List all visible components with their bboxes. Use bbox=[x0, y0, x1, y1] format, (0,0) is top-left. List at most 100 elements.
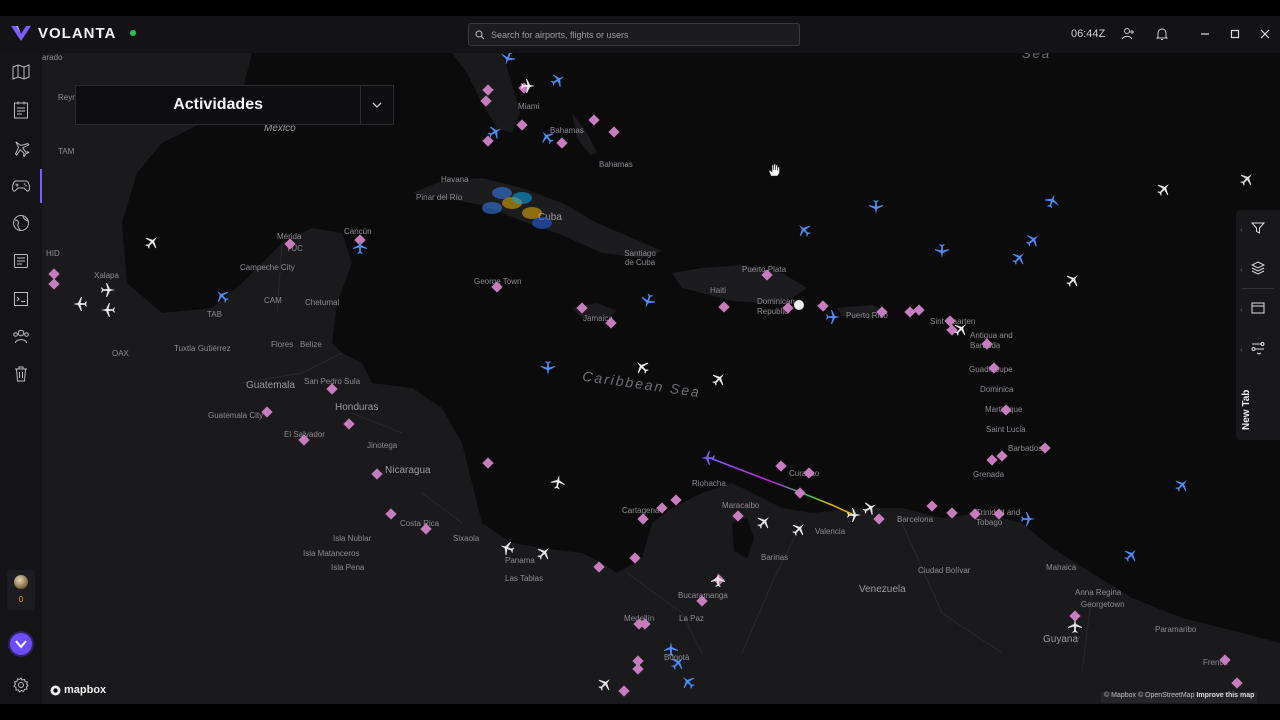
mapbox-logo[interactable]: mapbox bbox=[50, 684, 106, 696]
aircraft-icon[interactable] bbox=[869, 200, 883, 214]
airport-marker[interactable] bbox=[656, 502, 668, 514]
aircraft-icon[interactable] bbox=[664, 642, 678, 656]
aircraft-icon[interactable] bbox=[550, 474, 566, 490]
settings-button[interactable] bbox=[11, 675, 31, 695]
aircraft-icon[interactable] bbox=[701, 451, 715, 465]
aircraft-icon[interactable] bbox=[1043, 192, 1061, 210]
airport-marker[interactable] bbox=[605, 317, 617, 329]
airport-marker[interactable] bbox=[343, 418, 355, 430]
sidebar-item-trash[interactable] bbox=[11, 364, 31, 384]
user-card[interactable]: 0 bbox=[7, 570, 35, 610]
volanta-menu-button[interactable] bbox=[10, 633, 32, 655]
aircraft-icon[interactable] bbox=[1021, 512, 1035, 526]
aircraft-mode-button[interactable] bbox=[1239, 171, 1255, 192]
close-button[interactable] bbox=[1256, 25, 1274, 43]
airport-marker[interactable] bbox=[593, 561, 605, 573]
airport-marker[interactable] bbox=[261, 406, 273, 418]
aircraft-icon[interactable] bbox=[1121, 545, 1141, 565]
airport-marker[interactable] bbox=[420, 523, 432, 535]
airport-marker[interactable] bbox=[482, 457, 494, 469]
aircraft-icon[interactable] bbox=[142, 232, 162, 252]
airport-marker[interactable] bbox=[556, 137, 568, 149]
aircraft-icon[interactable] bbox=[794, 220, 814, 240]
airport-marker[interactable] bbox=[632, 663, 644, 675]
friends-button[interactable] bbox=[1119, 25, 1137, 43]
window-button[interactable] bbox=[1250, 300, 1266, 316]
sidebar-item-flight-planning[interactable] bbox=[11, 138, 31, 158]
aircraft-icon[interactable] bbox=[1172, 475, 1192, 495]
airport-marker[interactable] bbox=[516, 119, 528, 131]
aircraft-icon[interactable] bbox=[541, 361, 555, 375]
sidebar-item-simulator[interactable] bbox=[11, 176, 31, 196]
aircraft-icon[interactable] bbox=[678, 672, 698, 692]
airport-marker[interactable] bbox=[629, 552, 641, 564]
airport-marker[interactable] bbox=[873, 513, 885, 525]
airport-marker[interactable] bbox=[732, 510, 744, 522]
airport-marker[interactable] bbox=[775, 460, 787, 472]
aircraft-icon[interactable] bbox=[534, 543, 554, 563]
aircraft-icon[interactable] bbox=[847, 508, 861, 522]
airport-marker[interactable] bbox=[385, 508, 397, 520]
activity-toggle-button[interactable] bbox=[360, 86, 393, 124]
airport-marker[interactable] bbox=[637, 513, 649, 525]
airport-marker[interactable] bbox=[576, 302, 588, 314]
airport-marker[interactable] bbox=[817, 300, 829, 312]
search-bar[interactable] bbox=[468, 23, 800, 46]
search-input[interactable] bbox=[491, 29, 791, 40]
airport-marker[interactable] bbox=[946, 507, 958, 519]
sidebar-item-reports[interactable] bbox=[11, 251, 31, 271]
airport-marker[interactable] bbox=[969, 508, 981, 520]
minimize-button[interactable] bbox=[1196, 25, 1214, 43]
aircraft-icon[interactable] bbox=[1023, 230, 1043, 250]
airport-marker[interactable] bbox=[618, 685, 630, 697]
airport-marker[interactable] bbox=[284, 238, 296, 250]
aircraft-icon[interactable] bbox=[595, 674, 615, 694]
airport-marker[interactable] bbox=[608, 126, 620, 138]
sidebar-item-community[interactable] bbox=[11, 326, 31, 346]
aircraft-icon[interactable] bbox=[935, 244, 949, 258]
aircraft-icon[interactable] bbox=[212, 286, 232, 306]
notifications-button[interactable] bbox=[1153, 25, 1171, 43]
sidebar-item-logbook[interactable] bbox=[11, 100, 31, 120]
airport-marker[interactable] bbox=[670, 494, 682, 506]
aircraft-icon[interactable] bbox=[826, 310, 840, 324]
airport-marker[interactable] bbox=[1039, 442, 1051, 454]
airport-marker[interactable] bbox=[491, 281, 503, 293]
airport-marker[interactable] bbox=[986, 454, 998, 466]
aircraft-icon[interactable] bbox=[1009, 248, 1029, 268]
airport-marker[interactable] bbox=[988, 362, 1000, 374]
aircraft-icon[interactable] bbox=[101, 303, 115, 317]
airport-marker[interactable] bbox=[696, 595, 708, 607]
activity-panel[interactable]: Actividades bbox=[75, 85, 394, 125]
airport-marker[interactable] bbox=[482, 84, 494, 96]
airport-marker[interactable] bbox=[1000, 404, 1012, 416]
sidebar-item-code[interactable] bbox=[11, 289, 31, 309]
aircraft-icon[interactable] bbox=[537, 127, 557, 147]
airport-marker[interactable] bbox=[981, 338, 993, 350]
airport-marker[interactable] bbox=[1219, 654, 1231, 666]
aircraft-icon[interactable] bbox=[632, 357, 652, 377]
airport-marker[interactable] bbox=[996, 450, 1008, 462]
improve-map-link[interactable]: Improve this map bbox=[1196, 692, 1254, 699]
aircraft-icon[interactable] bbox=[709, 369, 729, 389]
airport-marker[interactable] bbox=[803, 467, 815, 479]
new-tab-button[interactable]: New Tab bbox=[1238, 386, 1256, 430]
airport-marker[interactable] bbox=[904, 306, 916, 318]
aircraft-icon[interactable] bbox=[548, 70, 567, 89]
airport-marker[interactable] bbox=[944, 315, 956, 327]
airport-marker[interactable] bbox=[326, 383, 338, 395]
camera-icon[interactable] bbox=[794, 300, 804, 310]
airport-marker[interactable] bbox=[588, 114, 600, 126]
aircraft-icon[interactable] bbox=[1068, 619, 1082, 633]
airport-marker[interactable] bbox=[48, 278, 60, 290]
sidebar-item-map[interactable] bbox=[11, 62, 31, 82]
aircraft-icon[interactable] bbox=[101, 283, 115, 297]
map-canvas[interactable]: Sea Caribbean Sea Mexico arado Reyn TAM … bbox=[42, 53, 1280, 704]
aircraft-icon[interactable] bbox=[639, 292, 657, 310]
airport-marker[interactable] bbox=[761, 269, 773, 281]
airport-marker[interactable] bbox=[794, 487, 806, 499]
route-settings-button[interactable] bbox=[1250, 340, 1266, 356]
airport-marker[interactable] bbox=[926, 500, 938, 512]
airport-marker[interactable] bbox=[633, 618, 645, 630]
airport-marker[interactable] bbox=[371, 468, 383, 480]
